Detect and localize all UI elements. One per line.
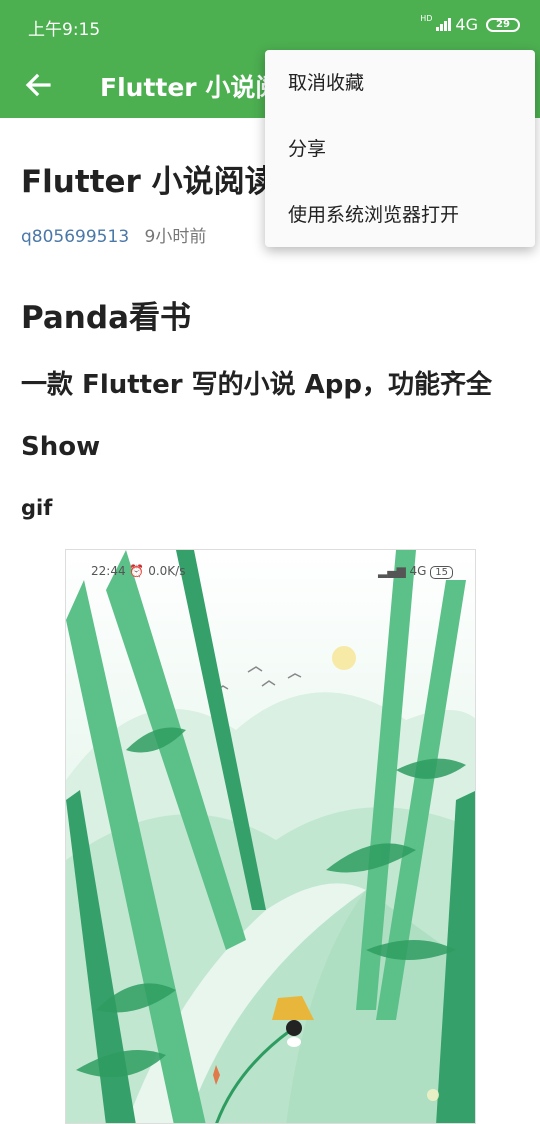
article-meta: q805699513 9小时前 <box>21 222 206 247</box>
gif-speed: 0.0K/s <box>148 564 186 578</box>
menu-item-open-browser[interactable]: 使用系统浏览器打开 <box>265 182 535 248</box>
gif-network: 4G <box>409 564 427 578</box>
status-bar: 上午9:15 HD 4G 29 <box>0 0 540 52</box>
gif-battery: 15 <box>430 566 453 579</box>
heading-gif: gif <box>21 496 53 520</box>
status-time: 上午9:15 <box>28 20 101 40</box>
arrow-left-icon <box>25 73 51 97</box>
menu-item-share[interactable]: 分享 <box>265 116 535 182</box>
alarm-icon: ⏰ <box>129 564 145 578</box>
heading-app-name: Panda看书 <box>21 300 191 336</box>
status-indicators: HD 4G 29 <box>420 13 520 34</box>
gif-signal-icon: ▂▄▆ <box>377 564 406 578</box>
gif-status-right: ▂▄▆ 4G 15 <box>377 564 453 579</box>
heading-description: 一款 Flutter 写的小说 App，功能齐全 <box>21 370 492 400</box>
gif-time-text: 22:44 <box>91 564 126 578</box>
hd-indicator: HD <box>420 13 433 23</box>
author-link[interactable]: q805699513 <box>21 227 129 247</box>
battery-icon: 29 <box>486 17 520 32</box>
app-bar-title: Flutter 小说阅读 <box>100 73 280 102</box>
network-type: 4G <box>455 15 478 34</box>
article-title: Flutter 小说阅读 <box>21 164 276 200</box>
gif-status-bar: 22:44 ⏰ 0.0K/s ▂▄▆ 4G 15 <box>66 550 475 590</box>
heading-show: Show <box>21 432 101 462</box>
gif-image[interactable]: 22:44 ⏰ 0.0K/s ▂▄▆ 4G 15 <box>65 549 476 1124</box>
gif-status-time: 22:44 ⏰ 0.0K/s <box>91 564 185 578</box>
back-button[interactable] <box>22 69 54 101</box>
overflow-menu: 取消收藏 分享 使用系统浏览器打开 <box>265 50 535 247</box>
signal-icon <box>436 18 452 31</box>
menu-item-unfavorite[interactable]: 取消收藏 <box>265 50 535 116</box>
bamboo-illustration <box>66 550 475 1123</box>
post-time: 9小时前 <box>144 227 207 247</box>
